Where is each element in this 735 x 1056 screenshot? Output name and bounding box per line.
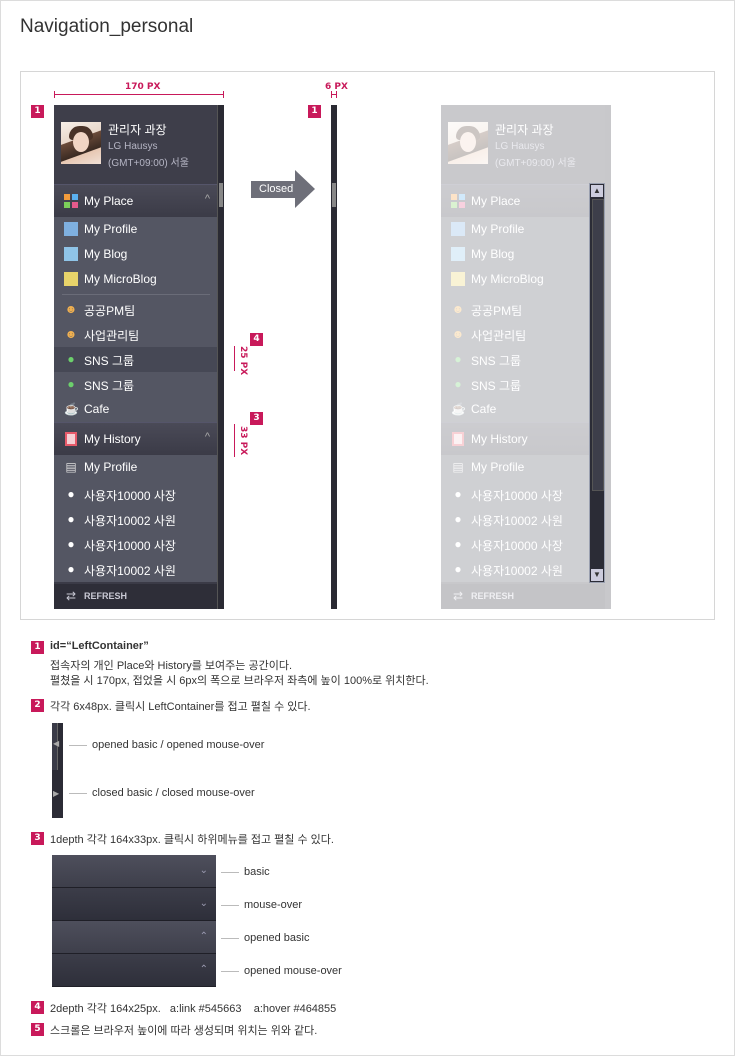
header-state-opened-basic: ⌃ [52, 921, 216, 954]
team-icon: ☻ [64, 302, 78, 316]
profile-name: 관리자 과장 [108, 123, 167, 137]
note-badge-3: 3 [31, 832, 44, 845]
person-icon: ● [67, 487, 75, 501]
row-height-measure [234, 346, 235, 371]
collapse-grip [219, 183, 223, 207]
state-label-basic: basic [244, 866, 270, 878]
note-badge-5: 5 [31, 1023, 44, 1036]
globe-icon: ● [67, 352, 75, 366]
profile-card-icon [64, 222, 78, 236]
page-title: Navigation_personal [20, 16, 194, 37]
team-icon: ☻ [64, 327, 78, 341]
nav-item-sns-2[interactable]: ● SNS 그룹 [54, 372, 218, 397]
refresh-button[interactable]: ⇄ REFRESH [54, 584, 218, 609]
pencil-note-icon [64, 272, 78, 286]
badge-3: 3 [250, 412, 263, 425]
section-header-my-history[interactable]: My History ^ [54, 422, 218, 455]
closed-arrow: Closed [251, 170, 315, 208]
nav-item-sns-1[interactable]: ● SNS 그룹 [54, 347, 218, 372]
state-label-opened-mouse-over: opened mouse-over [244, 965, 342, 977]
width-measure-open-label: 170 PX [125, 82, 161, 92]
left-container-open: 관리자 과장 LG Hausys (GMT+09:00) 서울 My Place… [54, 105, 224, 609]
nav-item-team-1[interactable]: ☻ 공공PM팀 [54, 297, 218, 322]
profile-timezone: (GMT+09:00) 서울 [108, 158, 189, 169]
chevron-up-icon: ^ [204, 193, 210, 205]
note-badge-2: 2 [31, 699, 44, 712]
nav-item-my-profile[interactable]: My Profile [54, 217, 218, 242]
person-icon: ● [67, 562, 75, 576]
header-height-measure-label: 33 PX [238, 426, 248, 456]
note-4: 2depth 각각 164x25px. a:link #545663 a:hov… [50, 1003, 337, 1015]
handle-closed-label: closed basic / closed mouse-over [92, 787, 255, 799]
state-label-opened-basic: opened basic [244, 932, 310, 944]
blog-icon [64, 247, 78, 261]
chevron-down-icon: ⌄ [199, 865, 208, 876]
row-height-measure-label: 25 PX [238, 346, 248, 376]
width-measure-closed-label: 6 PX [325, 82, 348, 92]
width-measure-open [54, 91, 224, 98]
document-icon: ▤ [65, 460, 77, 474]
scrollbar[interactable]: ▲ ▼ [589, 183, 605, 583]
expand-grip [332, 183, 336, 207]
nav-item-my-microblog[interactable]: My MicroBlog [54, 267, 218, 292]
history-item-user-1[interactable]: ● 사용자10000 사장 [54, 482, 218, 507]
refresh-icon: ⇄ [66, 589, 77, 603]
person-icon: ● [67, 512, 75, 526]
chevron-up-icon: ^ [204, 431, 210, 443]
header-state-basic: ⌄ [52, 855, 216, 888]
badge-1-open: 1 [31, 105, 44, 118]
header-height-measure [234, 424, 235, 457]
collapse-handle[interactable] [217, 105, 224, 609]
scroll-thumb[interactable] [592, 199, 604, 491]
nav-item-my-blog[interactable]: My Blog [54, 242, 218, 267]
badge-4: 4 [250, 333, 263, 346]
avatar [61, 122, 101, 164]
width-measure-closed [331, 91, 337, 98]
note-badge-4: 4 [31, 1001, 44, 1014]
divider [62, 294, 210, 295]
book-icon [65, 432, 77, 446]
note-5: 스크롤은 브라우저 높이에 따라 생성되며 위치는 위와 같다. [50, 1025, 318, 1037]
person-icon: ● [67, 537, 75, 551]
chevron-up-icon: ⌃ [199, 931, 208, 942]
history-item-user-3[interactable]: ● 사용자10000 사장 [54, 532, 218, 557]
nav-item-team-2[interactable]: ☻ 사업관리팀 [54, 322, 218, 347]
header-state-mouse-over: ⌄ [52, 888, 216, 921]
note-1-line1: 접속자의 개인 Place와 History를 보여주는 공간이다. [50, 660, 292, 672]
globe-icon: ● [67, 377, 75, 391]
note-1-line2: 펼쳤을 시 170px, 접었을 시 6px의 폭으로 브라우저 좌측에 높이 … [50, 675, 429, 687]
nav-item-cafe[interactable]: ☕ Cafe [54, 397, 218, 422]
handle-states-strip: ◀ ▶ [52, 723, 63, 818]
badge-1-closed: 1 [308, 105, 321, 118]
note-2: 각각 6x48px. 클릭시 LeftContainer를 접고 펼칠 수 있다… [50, 701, 311, 713]
handle-opened-label: opened basic / opened mouse-over [92, 739, 265, 751]
left-container-closed[interactable] [331, 105, 337, 609]
history-item-user-2[interactable]: ● 사용자10002 사원 [54, 507, 218, 532]
history-item-my-profile[interactable]: ▤ My Profile [54, 455, 218, 480]
cup-icon: ☕ [64, 402, 79, 416]
scroll-down-arrow-icon[interactable]: ▼ [591, 569, 603, 581]
left-container-scroll-example: 관리자 과장 LG Hausys (GMT+09:00) 서울 My Place… [441, 105, 611, 609]
note-3: 1depth 각각 164x33px. 클릭시 하위메뉴를 접고 펼칠 수 있다… [50, 834, 334, 846]
note-badge-1: 1 [31, 641, 44, 654]
profile-block: 관리자 과장 LG Hausys (GMT+09:00) 서울 [54, 105, 218, 184]
chevron-down-icon: ⌄ [199, 898, 208, 909]
section-header-my-place[interactable]: My Place ^ [54, 184, 218, 217]
state-label-mouse-over: mouse-over [244, 899, 303, 911]
header-state-opened-mouse-over: ⌃ [52, 954, 216, 987]
grid-icon [64, 194, 78, 208]
note-1-title: id=“LeftContainer” [50, 640, 149, 652]
history-item-user-4[interactable]: ● 사용자10002 사원 [54, 557, 218, 582]
profile-company: LG Hausys [108, 141, 158, 152]
scroll-up-arrow-icon[interactable]: ▲ [591, 185, 603, 197]
chevron-up-icon: ⌃ [199, 964, 208, 975]
